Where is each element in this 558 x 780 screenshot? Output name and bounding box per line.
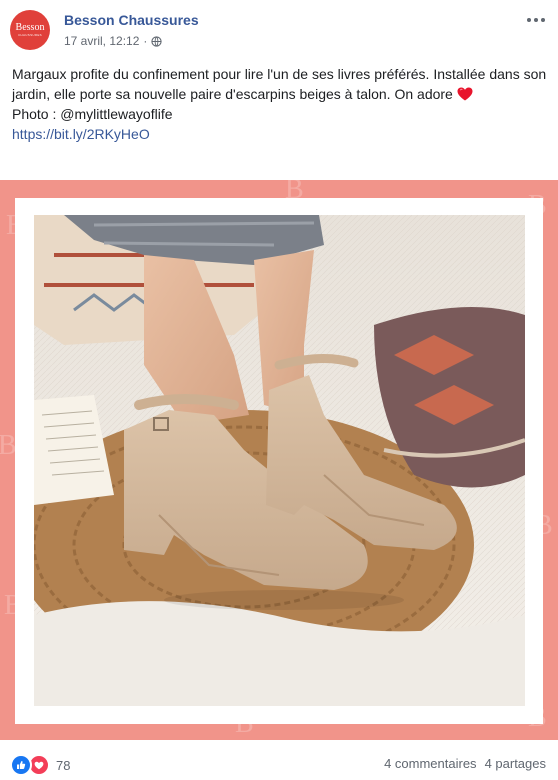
shares-count-link[interactable]: 4 partages xyxy=(485,756,546,771)
reaction-count[interactable]: 78 xyxy=(56,758,70,773)
avatar-logo: Besson xyxy=(15,22,45,33)
comments-count-link[interactable]: 4 commentaires xyxy=(384,756,476,771)
globe-icon xyxy=(151,35,163,47)
page-avatar[interactable]: Besson CHAUSSURES xyxy=(10,10,50,50)
post-link[interactable]: https://bit.ly/2RKyHeO xyxy=(12,124,548,144)
reactions-summary[interactable]: 78 xyxy=(10,754,70,776)
engagement-counts: 4 commentaires 4 partages xyxy=(384,756,546,771)
post-timestamp[interactable]: 17 avril, 12:12 xyxy=(64,34,139,48)
heart-emoji-icon xyxy=(457,87,473,101)
more-options-icon[interactable] xyxy=(524,10,548,30)
post-image[interactable]: B B B B B B B B xyxy=(0,174,558,740)
photo-credit: Photo : @mylittlewayoflife xyxy=(12,106,173,122)
photo-border xyxy=(15,198,543,724)
shoes-photo xyxy=(34,215,525,706)
post-meta: 17 avril, 12:12 · xyxy=(64,34,163,48)
post-text: Margaux profite du confinement pour lire… xyxy=(12,64,548,144)
post-header: Besson CHAUSSURES Besson Chaussures 17 a… xyxy=(0,0,558,60)
avatar-logo-sub: CHAUSSURES xyxy=(18,33,42,37)
like-icon xyxy=(10,754,32,776)
post-footer: 78 4 commentaires 4 partages xyxy=(0,748,558,780)
page-name-link[interactable]: Besson Chaussures xyxy=(64,12,199,28)
meta-separator: · xyxy=(143,34,148,48)
